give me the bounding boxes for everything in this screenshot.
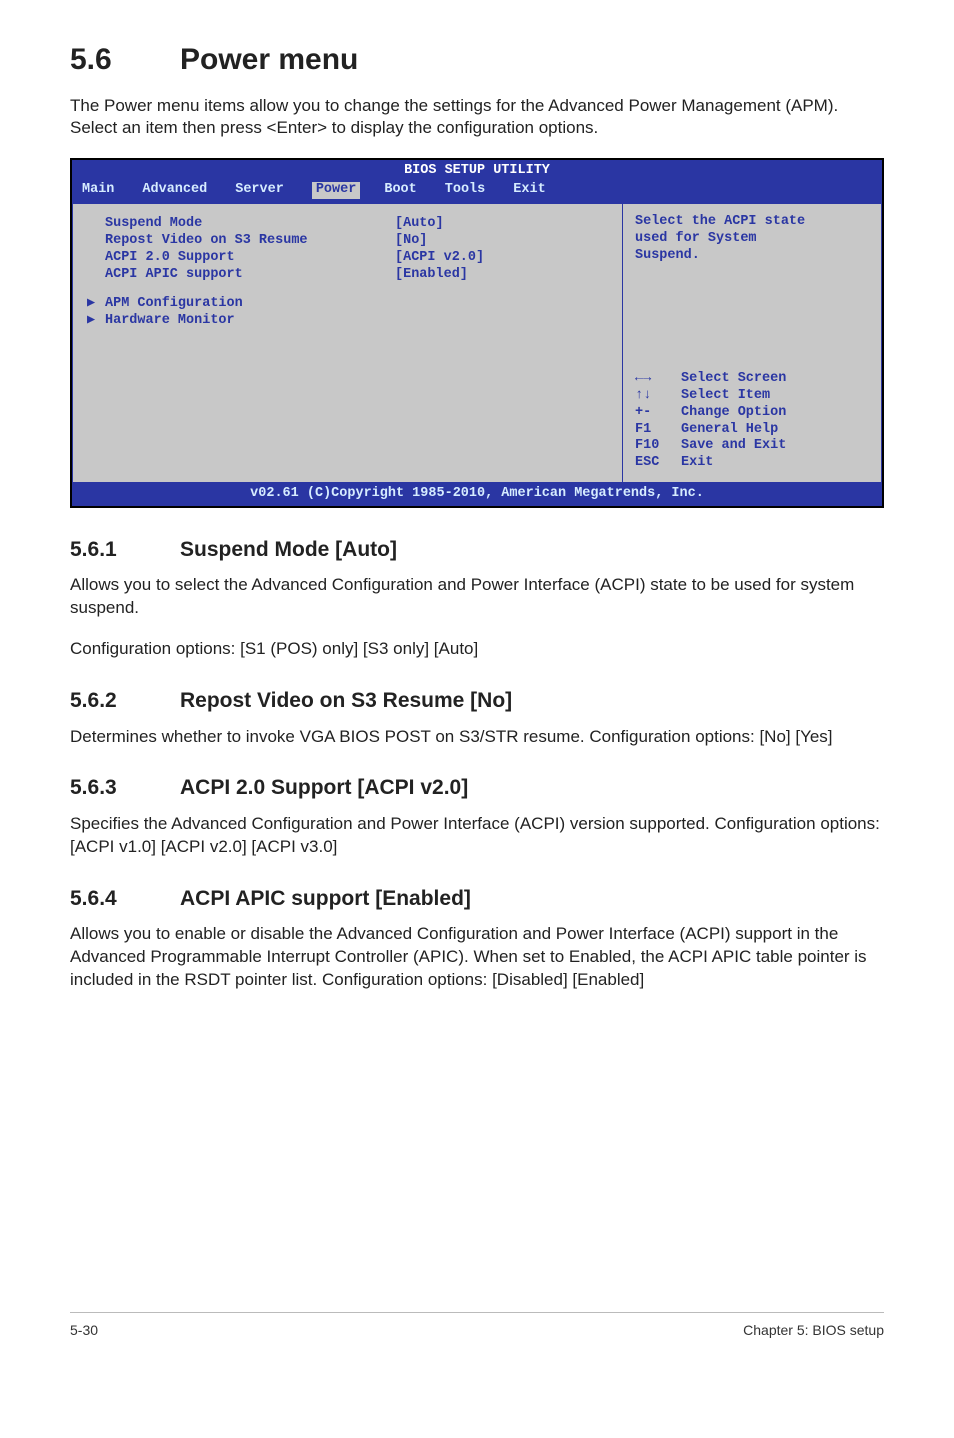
- body-paragraph: Allows you to select the Advanced Config…: [70, 574, 884, 620]
- bios-tab-server[interactable]: Server: [235, 182, 302, 199]
- bios-nav-row: +-Change Option: [635, 405, 869, 422]
- page-footer: 5-30 Chapter 5: BIOS setup: [70, 1312, 884, 1340]
- bios-help-text: Select the ACPI state used for System Su…: [635, 214, 869, 265]
- bios-item-value: [No]: [395, 233, 427, 250]
- section-heading: 5.6Power menu: [70, 40, 884, 81]
- bios-nav-legend: ←→Select Screen ↑↓Select Item +-Change O…: [635, 371, 869, 472]
- subsection-number: 5.6.2: [70, 687, 180, 715]
- bios-item-value: [ACPI v2.0]: [395, 250, 484, 267]
- bios-nav-row: ←→Select Screen: [635, 371, 869, 388]
- section-title: Power menu: [180, 43, 358, 76]
- bios-item-label: ACPI 2.0 Support: [105, 250, 395, 267]
- bios-content: Suspend Mode[Auto] Repost Video on S3 Re…: [72, 203, 882, 483]
- bios-help-line: Select the ACPI state: [635, 214, 869, 231]
- chapter-label: Chapter 5: BIOS setup: [743, 1321, 884, 1340]
- bios-row-repost-video[interactable]: Repost Video on S3 Resume[No]: [87, 233, 608, 250]
- subsection-number: 5.6.4: [70, 885, 180, 913]
- bios-footer: v02.61 (C)Copyright 1985-2010, American …: [72, 483, 882, 506]
- bios-nav-row: F10Save and Exit: [635, 438, 869, 455]
- bios-help-line: Suspend.: [635, 248, 869, 265]
- subsection-title: Repost Video on S3 Resume [No]: [180, 689, 512, 712]
- bios-submenu-label: Hardware Monitor: [105, 313, 395, 330]
- bios-submenu-apm[interactable]: ▶APM Configuration: [87, 296, 608, 313]
- bios-nav-key: ←→: [635, 371, 681, 388]
- bios-row-acpi-20[interactable]: ACPI 2.0 Support[ACPI v2.0]: [87, 250, 608, 267]
- bios-nav-action: Exit: [681, 455, 713, 472]
- bios-row-acpi-apic[interactable]: ACPI APIC support[Enabled]: [87, 267, 608, 284]
- page-number: 5-30: [70, 1321, 98, 1340]
- bios-screenshot: BIOS SETUP UTILITY Main Advanced Server …: [70, 158, 884, 508]
- subsection-heading: 5.6.4ACPI APIC support [Enabled]: [70, 885, 884, 913]
- bios-nav-row: ↑↓Select Item: [635, 388, 869, 405]
- bios-tab-advanced[interactable]: Advanced: [142, 182, 225, 199]
- bios-tab-bar: Main Advanced Server Power Boot Tools Ex…: [72, 182, 882, 203]
- subsection-heading: 5.6.3ACPI 2.0 Support [ACPI v2.0]: [70, 774, 884, 802]
- bios-tab-tools[interactable]: Tools: [445, 182, 504, 199]
- subsection-title: ACPI 2.0 Support [ACPI v2.0]: [180, 776, 468, 799]
- submenu-arrow-icon: ▶: [87, 296, 105, 313]
- bios-right-pane: Select the ACPI state used for System Su…: [622, 203, 882, 483]
- bios-tab-boot[interactable]: Boot: [384, 182, 434, 199]
- bios-tab-power[interactable]: Power: [312, 182, 361, 199]
- body-paragraph: Allows you to enable or disable the Adva…: [70, 923, 884, 992]
- bios-nav-key: ↑↓: [635, 388, 681, 405]
- body-paragraph: Determines whether to invoke VGA BIOS PO…: [70, 726, 884, 749]
- bios-row-suspend-mode[interactable]: Suspend Mode[Auto]: [87, 216, 608, 233]
- bios-item-label: Repost Video on S3 Resume: [105, 233, 395, 250]
- body-paragraph: Configuration options: [S1 (POS) only] […: [70, 638, 884, 661]
- subsection-heading: 5.6.2Repost Video on S3 Resume [No]: [70, 687, 884, 715]
- bios-nav-action: General Help: [681, 422, 778, 439]
- body-paragraph: Specifies the Advanced Configuration and…: [70, 813, 884, 859]
- bios-tab-main[interactable]: Main: [82, 182, 132, 199]
- bios-title: BIOS SETUP UTILITY: [72, 160, 882, 182]
- bios-nav-action: Select Screen: [681, 371, 786, 388]
- bios-nav-action: Save and Exit: [681, 438, 786, 455]
- subsection-title: Suspend Mode [Auto]: [180, 538, 397, 561]
- bios-item-value: [Auto]: [395, 216, 444, 233]
- bios-help-line: used for System: [635, 231, 869, 248]
- bios-tab-exit[interactable]: Exit: [513, 182, 563, 199]
- bios-nav-key: +-: [635, 405, 681, 422]
- bios-nav-row: ESCExit: [635, 455, 869, 472]
- subsection-number: 5.6.3: [70, 774, 180, 802]
- subsection-title: ACPI APIC support [Enabled]: [180, 887, 471, 910]
- bios-nav-key: F10: [635, 438, 681, 455]
- subsection-number: 5.6.1: [70, 536, 180, 564]
- bios-item-value: [Enabled]: [395, 267, 468, 284]
- bios-nav-key: F1: [635, 422, 681, 439]
- bios-submenu-hwmonitor[interactable]: ▶Hardware Monitor: [87, 313, 608, 330]
- bios-submenu-label: APM Configuration: [105, 296, 395, 313]
- bios-nav-action: Select Item: [681, 388, 770, 405]
- submenu-arrow-icon: ▶: [87, 313, 105, 330]
- bios-left-pane: Suspend Mode[Auto] Repost Video on S3 Re…: [72, 203, 622, 483]
- bios-item-label: ACPI APIC support: [105, 267, 395, 284]
- section-number: 5.6: [70, 40, 180, 81]
- bios-item-label: Suspend Mode: [105, 216, 395, 233]
- subsection-heading: 5.6.1Suspend Mode [Auto]: [70, 536, 884, 564]
- bios-nav-row: F1General Help: [635, 422, 869, 439]
- intro-paragraph: The Power menu items allow you to change…: [70, 95, 884, 141]
- bios-nav-action: Change Option: [681, 405, 786, 422]
- bios-nav-key: ESC: [635, 455, 681, 472]
